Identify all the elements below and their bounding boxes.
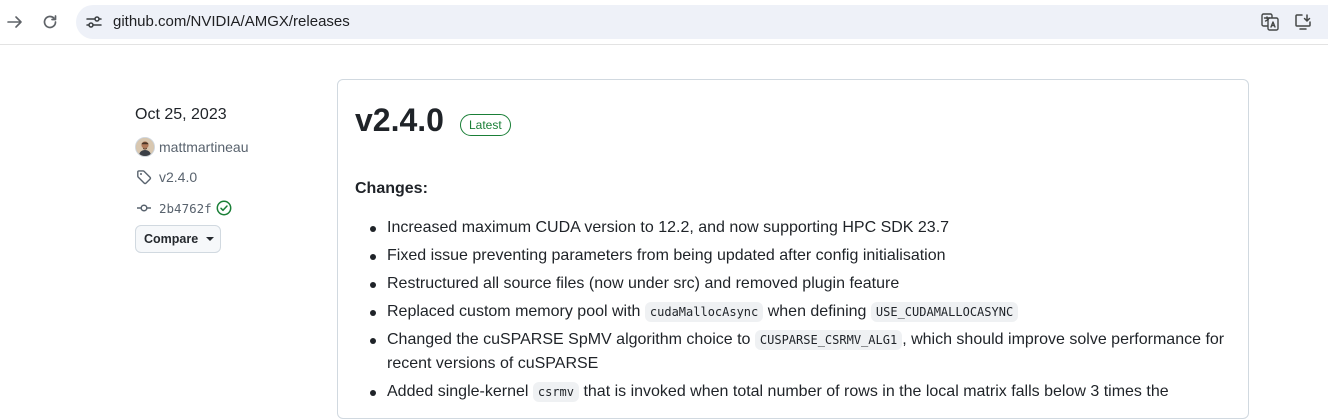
change-text: Replaced custom memory pool with xyxy=(387,303,645,320)
list-item: Restructured all source files (now under… xyxy=(355,272,1235,296)
latest-badge: Latest xyxy=(460,114,511,136)
commit-hash[interactable]: 2b4762f xyxy=(159,201,212,216)
release-commit[interactable]: 2b4762f xyxy=(135,197,232,219)
release-date: Oct 25, 2023 xyxy=(135,106,227,123)
change-text: Changed the cuSPARSE SpMV algorithm choi… xyxy=(387,331,755,348)
list-item: Fixed issue preventing parameters from b… xyxy=(355,244,1235,268)
tag-name[interactable]: v2.4.0 xyxy=(159,169,197,185)
inline-code: USE_CUDAMALLOCASYNC xyxy=(870,302,1019,322)
author-name[interactable]: mattmartineau xyxy=(159,139,248,155)
site-settings-icon[interactable] xyxy=(84,12,104,32)
reload-icon[interactable] xyxy=(40,12,60,32)
change-text: Restructured all source files (now under… xyxy=(387,275,900,292)
release-title[interactable]: v2.4.0 xyxy=(355,102,444,139)
change-text: Added single-kernel xyxy=(387,383,533,400)
changes-list: Increased maximum CUDA version to 12.2, … xyxy=(355,216,1235,408)
inline-code: cudaMallocAsync xyxy=(644,302,764,322)
install-app-icon[interactable] xyxy=(1293,12,1313,32)
forward-arrow-icon[interactable] xyxy=(5,12,25,32)
inline-code: CUSPARSE_CSRMV_ALG1 xyxy=(754,330,903,350)
list-item: Replaced custom memory pool with cudaMal… xyxy=(355,300,1235,324)
change-text: Increased maximum CUDA version to 12.2, … xyxy=(387,219,950,236)
compare-button[interactable]: Compare xyxy=(135,225,221,253)
tag-icon xyxy=(136,169,152,185)
url-text[interactable]: github.com/NVIDIA/AMGX/releases xyxy=(113,13,350,30)
verified-check-icon[interactable] xyxy=(216,200,232,216)
list-item: Increased maximum CUDA version to 12.2, … xyxy=(355,216,1235,240)
change-text: that is invoked when total number of row… xyxy=(579,383,1169,400)
translate-icon[interactable] xyxy=(1260,12,1280,32)
list-item: Changed the cuSPARSE SpMV algorithm choi… xyxy=(355,328,1235,376)
compare-label: Compare xyxy=(144,232,199,246)
inline-code: csrmv xyxy=(532,382,579,402)
list-item: Added single-kernel csrmv that is invoke… xyxy=(355,380,1235,404)
release-tag[interactable]: v2.4.0 xyxy=(135,166,197,188)
change-text: Fixed issue preventing parameters from b… xyxy=(387,247,946,264)
commit-icon xyxy=(136,200,152,216)
browser-toolbar: github.com/NVIDIA/AMGX/releases xyxy=(0,0,1328,45)
address-bar[interactable]: github.com/NVIDIA/AMGX/releases xyxy=(76,5,1328,39)
changes-heading: Changes: xyxy=(355,180,428,197)
change-text: when defining xyxy=(763,303,871,320)
release-author[interactable]: mattmartineau xyxy=(135,136,248,158)
chevron-down-icon xyxy=(206,237,215,241)
avatar[interactable] xyxy=(135,137,155,157)
release-card: v2.4.0 Latest Changes: Increased maximum… xyxy=(337,79,1249,419)
